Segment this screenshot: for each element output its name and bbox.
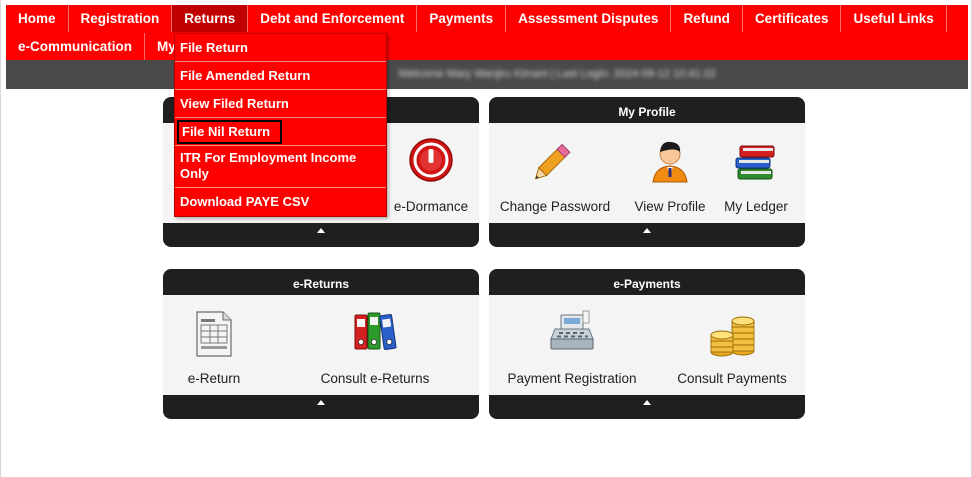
coins-icon [707, 309, 757, 362]
menu-item-file-nil-return[interactable]: File Nil Return [175, 118, 386, 146]
tile-payment-registration-label: Payment Registration [507, 371, 637, 386]
user-icon [647, 137, 693, 188]
books-icon [733, 137, 779, 188]
collapse-icon[interactable] [643, 400, 651, 405]
menu-item-view-filed-return[interactable]: View Filed Return [175, 90, 386, 118]
menu-item-download-paye-csv[interactable]: Download PAYE CSV [175, 188, 386, 216]
returns-dropdown-menu: File Return File Amended Return View Fil… [174, 33, 387, 217]
tile-e-dormance[interactable]: e-Dormance [373, 123, 479, 223]
tile-consult-payments-label: Consult Payments [677, 371, 787, 386]
menu-item-label: View Filed Return [180, 96, 289, 111]
panel-registration-footer [163, 223, 479, 247]
tile-payment-registration[interactable]: Payment Registration [503, 295, 641, 395]
tile-change-password-label: Change Password [499, 199, 611, 214]
tile-e-dormance-label: e-Dormance [393, 199, 469, 214]
menu-item-file-amended-return[interactable]: File Amended Return [175, 62, 386, 90]
menu-item-label: File Nil Return [177, 120, 283, 144]
tile-consult-e-returns[interactable]: Consult e-Returns [313, 295, 437, 395]
collapse-icon[interactable] [317, 400, 325, 405]
panel-e-payments: e-Payments Payment Registration Consult … [489, 269, 805, 419]
nav-certificates[interactable]: Certificates [743, 5, 842, 32]
collapse-icon[interactable] [643, 228, 651, 233]
nav-refund[interactable]: Refund [671, 5, 743, 32]
tile-change-password[interactable]: Change Password [489, 123, 621, 223]
nav-useful-links[interactable]: Useful Links [841, 5, 947, 32]
tile-view-profile-label: View Profile [634, 199, 706, 214]
panel-e-returns-footer [163, 395, 479, 419]
main-nav-row-1: Home Registration Returns Debt and Enfor… [6, 5, 947, 32]
tile-my-ledger[interactable]: My Ledger [715, 123, 797, 223]
panel-my-profile: My Profile Change Password View Profile … [489, 97, 805, 247]
panel-my-profile-title: My Profile [489, 97, 805, 123]
tile-consult-payments[interactable]: Consult Payments [669, 295, 795, 395]
panel-my-profile-footer [489, 223, 805, 247]
document-icon [191, 309, 237, 364]
cash-register-icon [547, 309, 597, 360]
menu-item-file-return[interactable]: File Return [175, 34, 386, 62]
panel-e-returns: e-Returns e-Return Consult e-Returns [163, 269, 479, 419]
nav-assessment-disputes[interactable]: Assessment Disputes [506, 5, 672, 32]
panel-e-payments-title: e-Payments [489, 269, 805, 295]
menu-item-itr-employment-income[interactable]: ITR For Employment Income Only [175, 146, 386, 188]
collapse-icon[interactable] [317, 228, 325, 233]
nav-payments[interactable]: Payments [417, 5, 507, 32]
user-info-text: Welcome Mary Wanjiru Kimani | Last Login… [398, 68, 716, 80]
menu-item-label: File Amended Return [180, 68, 311, 83]
tile-my-ledger-label: My Ledger [724, 199, 788, 214]
main-nav: Home Registration Returns Debt and Enfor… [6, 5, 968, 60]
main-nav-row-2: e-Communication My [6, 33, 188, 60]
panel-e-payments-footer [489, 395, 805, 419]
nav-returns[interactable]: Returns [172, 5, 249, 32]
nav-registration[interactable]: Registration [69, 5, 173, 32]
user-info-bar: Welcome Mary Wanjiru Kimani | Last Login… [6, 60, 968, 89]
nav-e-communication[interactable]: e-Communication [6, 33, 146, 60]
power-icon [408, 137, 454, 188]
tile-view-profile[interactable]: View Profile [619, 123, 721, 223]
tile-e-return-label: e-Return [187, 371, 241, 386]
nav-debt-enforcement[interactable]: Debt and Enforcement [248, 5, 418, 32]
nav-home[interactable]: Home [6, 5, 69, 32]
tile-e-return[interactable]: e-Return [163, 295, 265, 395]
pencil-icon [532, 137, 578, 188]
tile-consult-e-returns-label: Consult e-Returns [320, 371, 430, 386]
page: Home Registration Returns Debt and Enfor… [0, 0, 972, 477]
binders-icon [352, 309, 398, 360]
menu-item-label: ITR For Employment Income Only [180, 150, 357, 181]
menu-item-label: Download PAYE CSV [180, 194, 310, 209]
panel-e-returns-title: e-Returns [163, 269, 479, 295]
menu-item-label: File Return [180, 40, 248, 55]
